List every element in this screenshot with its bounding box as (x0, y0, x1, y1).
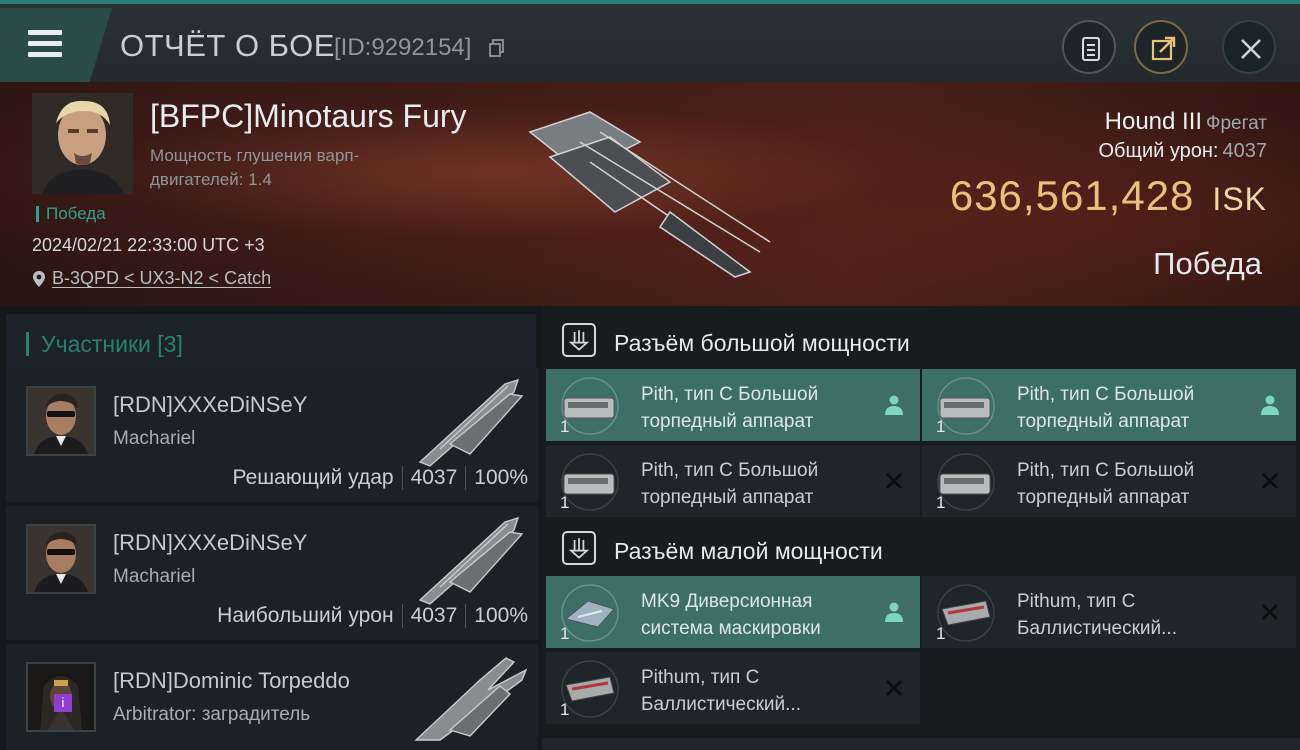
isk-unit: ISK (1212, 181, 1267, 217)
total-damage: Общий урон: 4037 (1099, 140, 1268, 163)
battle-datetime: 2024/02/21 22:33:00 UTC +3 (32, 235, 265, 255)
participant-percent: 100% (474, 466, 528, 489)
copy-icon[interactable] (489, 39, 505, 57)
destroyed-x-icon (1262, 604, 1278, 620)
victim-summary: [BFPC]Minotaurs Fury Мощность глушения в… (0, 82, 1300, 306)
pilot-portrait-icon (28, 526, 94, 592)
arbitrator-ship-icon (414, 657, 528, 741)
pilot-portrait-icon (28, 388, 94, 454)
pilot-portrait-icon (32, 93, 133, 194)
module-name: MK9 Диверсионная система маскировки (641, 591, 821, 639)
participants-title: Участники [3] (26, 332, 183, 356)
clipboard-icon (1082, 37, 1100, 61)
victim-ship-name[interactable]: Hound III (1105, 108, 1202, 135)
report-id: [ID:9292154] (334, 34, 472, 61)
dropped-person-icon (885, 395, 903, 415)
participant-row[interactable]: i [RDN]Dominic Torpeddo Arbitrator: загр… (6, 644, 538, 750)
participant-avatar (26, 386, 96, 456)
participants-header[interactable]: Участники [3] (6, 314, 536, 372)
participant-ship: Arbitrator: заградитель (113, 704, 311, 725)
participant-stats: Решающий удар 4037 100% (232, 466, 528, 491)
module-item[interactable]: 1 Pith, тип C Большой торпедный аппарат (546, 445, 920, 517)
module-qty: 1 (560, 624, 570, 643)
module-qty: 1 (560, 493, 570, 512)
close-button[interactable] (1222, 20, 1276, 74)
participant-percent: 100% (474, 604, 528, 627)
module-qty: 1 (560, 417, 570, 436)
close-icon (1241, 39, 1261, 59)
module-item[interactable]: 1 Pithum, тип C Баллистический... (546, 652, 920, 724)
participant-role: Решающий удар (232, 466, 394, 489)
page-title: ОТЧЁТ О БОЕ (120, 28, 335, 63)
high-slot-header: Разъём большой мощности (542, 310, 1300, 370)
module-name: Pith, тип C Большой торпедный аппарат (1017, 384, 1195, 432)
location-pin-icon (33, 271, 45, 288)
isk-value: 636,561,428 ISK (950, 172, 1267, 220)
participant-damage: 4037 (410, 466, 458, 489)
participant-name[interactable]: [RDN]XXXeDiNSeY (113, 392, 307, 418)
module-item[interactable]: 1 Pith, тип C Большой торпедный аппарат (546, 369, 920, 441)
module-name: Pith, тип C Большой торпедный аппарат (1017, 460, 1195, 508)
victim-pilot-name[interactable]: [BFPC]Minotaurs Fury (150, 98, 467, 135)
destroyed-x-icon (886, 473, 902, 489)
menu-button[interactable] (0, 8, 112, 82)
participant-row[interactable]: [RDN]XXXeDiNSeY Machariel Решающий удар 4… (6, 368, 538, 502)
menu-icon (28, 30, 62, 57)
location-link[interactable]: B-3QPD < UX3-N2 < Catch (52, 268, 271, 288)
module-qty: 1 (936, 624, 946, 643)
module-name: Pith, тип C Большой торпедный аппарат (641, 384, 819, 432)
participant-role: Наибольший урон (217, 604, 394, 627)
dropped-person-icon (1261, 395, 1279, 415)
battle-report-window: ОТЧЁТ О БОЕ [ID:9292154] [BFPC]Minotaurs… (0, 0, 1300, 750)
low-slot-title: Разъём малой мощности (614, 538, 883, 564)
battle-location[interactable]: B-3QPD < UX3-N2 < Catch (32, 268, 271, 289)
top-bar: ОТЧЁТ О БОЕ [ID:9292154] (0, 0, 1300, 82)
high-slot-icon (562, 323, 596, 357)
module-item[interactable]: 1 MK9 Диверсионная система маскировки (546, 576, 920, 648)
victim-attribute: Мощность глушения варп-двигателей: 1.4 (150, 146, 360, 189)
module-qty: 1 (936, 493, 946, 512)
battle-outcome: Победа (1153, 246, 1262, 281)
participant-name[interactable]: [RDN]Dominic Torpeddo (113, 668, 350, 694)
module-name: Pithum, тип C Баллистический... (641, 667, 801, 715)
machariel-ship-icon (418, 516, 524, 605)
participant-damage: 4037 (410, 604, 458, 627)
result-tag: Победа (36, 205, 106, 222)
participant-ship: Machariel (113, 566, 196, 587)
participant-name[interactable]: [RDN]XXXeDiNSeY (113, 530, 307, 556)
total-damage-value: 4037 (1222, 140, 1268, 162)
clipboard-button[interactable] (1062, 20, 1116, 74)
export-icon (1151, 36, 1176, 61)
module-name: Pith, тип C Большой торпедный аппарат (641, 460, 819, 508)
total-damage-label: Общий урон: (1098, 140, 1219, 162)
module-qty: 1 (936, 417, 946, 436)
participant-row[interactable]: [RDN]XXXeDiNSeY Machariel Наибольший уро… (6, 506, 538, 640)
export-button[interactable] (1134, 20, 1188, 74)
module-item[interactable]: 1 Pithum, тип C Баллистический... (922, 576, 1296, 648)
victim-ship-class: Фрегат (1206, 113, 1267, 134)
destroyed-x-icon (1262, 473, 1278, 489)
dropped-person-icon (885, 602, 903, 622)
fitting-panel: Разъём большой мощности 1 Pith, тип C Бо… (542, 306, 1300, 750)
participants-panel: Участники [3] [RDN]XXXeDiNSeY Machariel (0, 306, 542, 750)
victim-avatar[interactable] (32, 93, 133, 194)
module-item[interactable]: 1 Pith, тип C Большой торпедный аппарат (922, 445, 1296, 517)
isk-amount: 636,561,428 (949, 172, 1195, 219)
participant-avatar (26, 524, 96, 594)
next-slot-header-peek (542, 738, 1300, 750)
victim-ship-icon (528, 111, 771, 278)
info-badge: i (54, 694, 72, 712)
machariel-ship-icon (418, 378, 524, 467)
destroyed-x-icon (886, 680, 902, 696)
participant-stats: Наибольший урон 4037 100% (217, 604, 528, 629)
low-slot-header: Разъём малой мощности (542, 518, 1300, 578)
victim-ship: Hound III Фрегат (1105, 108, 1267, 136)
module-item[interactable]: 1 Pith, тип C Большой торпедный аппарат (922, 369, 1296, 441)
participant-ship: Machariel (113, 428, 196, 449)
high-slot-title: Разъём большой мощности (614, 330, 910, 356)
module-qty: 1 (560, 700, 570, 719)
module-name: Pithum, тип C Баллистический... (1017, 591, 1177, 639)
low-slot-icon (562, 531, 596, 565)
